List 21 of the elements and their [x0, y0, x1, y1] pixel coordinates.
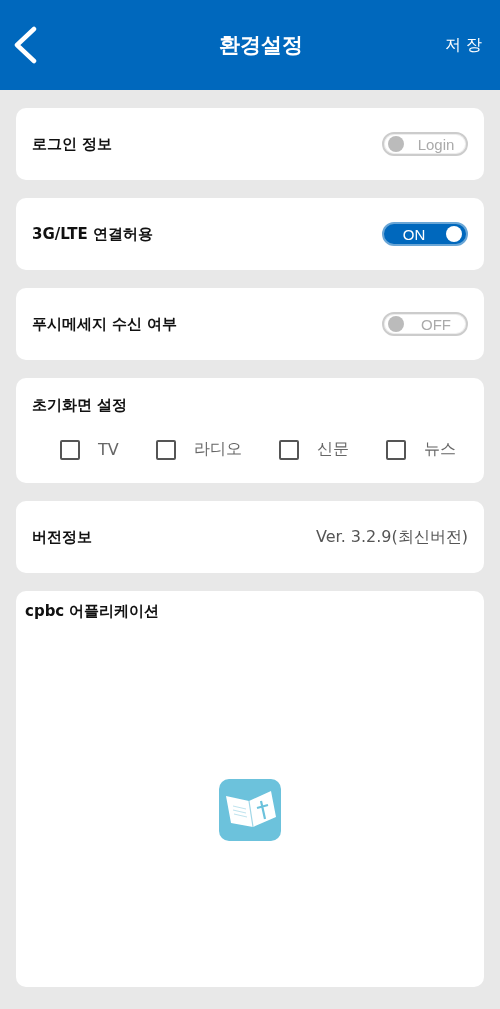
back-icon	[12, 26, 38, 64]
app-title: cpbc 어플리케이션	[25, 602, 160, 620]
checkbox-label: 뉴스	[424, 439, 456, 460]
checkbox-label: 신문	[316, 439, 349, 460]
toggle-switch[interactable]: ON	[382, 222, 468, 246]
checkbox[interactable]	[60, 439, 80, 460]
back-button[interactable]	[12, 26, 38, 64]
version-value: Ver. 3.2.9(최신버전)	[315, 526, 468, 548]
checkbox-label: 라디오	[193, 439, 242, 460]
book-cross-icon	[219, 779, 281, 841]
checkbox[interactable]	[278, 439, 299, 460]
setting-label: 3G/LTE 연결허용	[32, 224, 153, 244]
checkbox[interactable]	[386, 439, 406, 460]
setting-label: 초기화면 설정	[32, 396, 129, 415]
page-title: 환경설정	[219, 32, 304, 59]
setting-label: 푸시메세지 수신 여부	[32, 314, 178, 334]
save-button[interactable]: 저 장	[444, 34, 482, 56]
setting-label: 로그인 정보	[32, 134, 113, 154]
checkbox-label: TV	[98, 440, 119, 459]
checkbox[interactable]	[155, 439, 176, 460]
setting-label: 버전정보	[32, 527, 92, 547]
